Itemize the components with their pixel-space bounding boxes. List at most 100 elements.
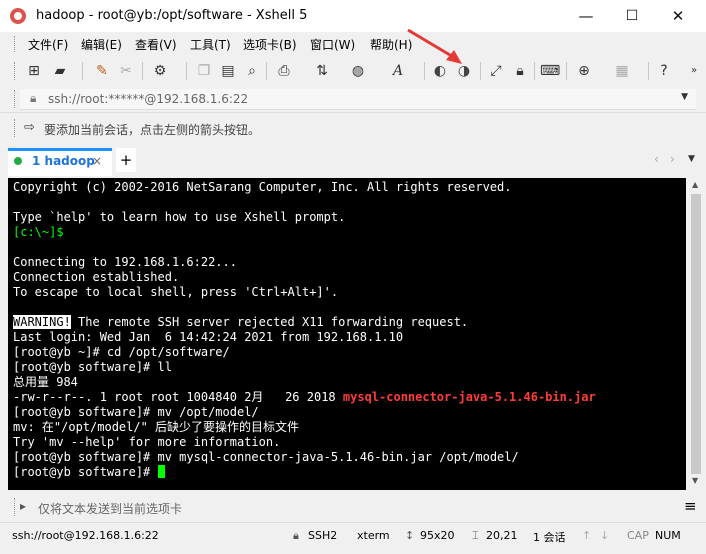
xshell-window: hadoop - root@yb:/opt/software - Xshell … bbox=[0, 0, 706, 554]
terminal-line: [root@yb software]# mv mysql-connector-j… bbox=[13, 450, 519, 464]
address-grip[interactable] bbox=[14, 90, 18, 108]
status-caps: CAP bbox=[627, 529, 649, 542]
new-tab-icon[interactable]: ⊕ bbox=[574, 61, 594, 81]
compose-input[interactable]: 仅将文本发送到当前选项卡 bbox=[36, 497, 666, 517]
scroll-down-icon[interactable]: ▼ bbox=[692, 476, 698, 485]
lock-icon[interactable]: 🔒︎ bbox=[510, 61, 530, 81]
info-text: 要添加当前会话，点击左侧的箭头按钮。 bbox=[44, 123, 261, 137]
toolbar-grip[interactable] bbox=[14, 62, 18, 80]
tab-close-icon[interactable]: × bbox=[92, 154, 102, 168]
tab-scroll-left-icon[interactable]: ‹ bbox=[654, 152, 659, 166]
add-session-arrow-icon[interactable]: ⇨ bbox=[24, 120, 35, 135]
terminal-line: Connection established. bbox=[13, 270, 180, 284]
terminal[interactable]: Copyright (c) 2002-2016 NetSarang Comput… bbox=[8, 178, 686, 490]
add-tab-button[interactable]: + bbox=[116, 148, 136, 172]
globe-icon[interactable]: ◍ bbox=[348, 61, 368, 81]
status-lock-icon: 🔒︎ bbox=[293, 529, 299, 542]
properties-icon[interactable]: ⚙ bbox=[150, 61, 170, 81]
menu-tabs[interactable]: 选项卡(B) bbox=[243, 36, 297, 53]
terminal-line: [root@yb software]# bbox=[13, 465, 165, 480]
menu-edit[interactable]: 编辑(E) bbox=[81, 36, 122, 53]
keyboard-icon[interactable]: ⌨ bbox=[540, 61, 560, 81]
terminal-line: Connecting to 192.168.1.6:22... bbox=[13, 255, 237, 269]
local-prompt: [c:\~]$ bbox=[13, 225, 64, 239]
minimize-button[interactable]: — bbox=[566, 4, 606, 28]
terminal-line: Type `help' to learn how to use Xshell p… bbox=[13, 210, 346, 224]
terminal-scrollbar[interactable]: ▲ ▼ bbox=[688, 178, 704, 490]
compose-bar: ▸ 仅将文本发送到当前选项卡 ≡ bbox=[0, 494, 706, 520]
annotation-arrow bbox=[407, 28, 462, 64]
toolbar-separator bbox=[186, 62, 187, 80]
terminal-line: [root@yb software]# ll bbox=[13, 360, 172, 374]
menu-window[interactable]: 窗口(W) bbox=[310, 36, 355, 53]
window-title: hadoop - root@yb:/opt/software - Xshell … bbox=[36, 8, 308, 23]
menu-bar: 文件(F) 编辑(E) 查看(V) 工具(T) 选项卡(B) 窗口(W) 帮助(… bbox=[0, 32, 706, 56]
new-session-icon[interactable]: ⊞ bbox=[24, 61, 44, 81]
tab-bar: 1 hadoop × + ‹ › ▼ bbox=[0, 146, 706, 176]
terminal-line: 总用量 984 bbox=[13, 375, 78, 389]
status-connection: ssh://root@192.168.1.6:22 bbox=[12, 529, 159, 542]
menu-view[interactable]: 查看(V) bbox=[135, 36, 177, 53]
print-icon[interactable]: ⎙ bbox=[274, 61, 294, 81]
address-field[interactable]: 🔒︎ ssh://root:******@192.168.1.6:22 ▼ bbox=[20, 89, 696, 110]
toolbar-separator bbox=[266, 62, 267, 80]
tab-list-icon[interactable]: ▼ bbox=[688, 154, 695, 164]
toolbar-separator bbox=[142, 62, 143, 80]
terminal-line: Last login: Wed Jan 6 14:42:24 2021 from… bbox=[13, 330, 404, 344]
warning-label: WARNING! bbox=[13, 315, 71, 329]
toolbar-separator bbox=[534, 62, 535, 80]
toolbar-separator bbox=[566, 62, 567, 80]
menu-file[interactable]: 文件(F) bbox=[28, 36, 68, 53]
title-bar: hadoop - root@yb:/opt/software - Xshell … bbox=[0, 0, 706, 32]
tab-label: 1 hadoop bbox=[32, 154, 95, 168]
status-down-icon[interactable]: ↓ bbox=[600, 529, 609, 542]
status-position: 20,21 bbox=[486, 529, 518, 542]
send-menu-icon[interactable]: ▸ bbox=[20, 499, 26, 513]
scroll-thumb[interactable] bbox=[691, 194, 701, 474]
infobar-grip[interactable] bbox=[14, 119, 18, 137]
fullscreen-icon[interactable]: ⤢ bbox=[486, 61, 506, 81]
help-icon[interactable]: ? bbox=[654, 61, 674, 81]
toolbar-separator bbox=[648, 62, 649, 80]
terminal-line: WARNING! The remote SSH server rejected … bbox=[13, 315, 469, 329]
terminal-line: -rw-r--r--. 1 root root 1004840 2月 26 20… bbox=[13, 390, 596, 404]
status-terminal-type: xterm bbox=[357, 529, 390, 542]
status-up-icon[interactable]: ↑ bbox=[582, 529, 591, 542]
tab-scroll-right-icon[interactable]: › bbox=[670, 152, 675, 166]
toolbar-overflow-icon[interactable]: » bbox=[684, 61, 704, 81]
status-sessions: 1 会话 bbox=[533, 531, 566, 544]
tab-hadoop[interactable]: 1 hadoop × bbox=[8, 148, 112, 176]
status-bar: ssh://root@192.168.1.6:22 🔒︎ SSH2 xterm … bbox=[0, 522, 706, 554]
toolbar: ⊞ ▰ ✎ ✂ ⚙ ❐ ▤ ⌕ ⎙ ⇅ ◍ A ◐ ◑ ⤢ 🔒︎ ⌨ ⊕ ▦ ?… bbox=[0, 28, 706, 86]
address-dropdown-icon[interactable]: ▼ bbox=[681, 92, 688, 102]
connect-icon[interactable]: ✎ bbox=[92, 61, 112, 81]
menu-grip[interactable] bbox=[14, 36, 18, 52]
maximize-button[interactable]: ☐ bbox=[612, 4, 652, 28]
scroll-up-icon[interactable]: ▲ bbox=[692, 180, 698, 189]
terminal-cursor bbox=[157, 465, 165, 478]
paste-icon[interactable]: ▤ bbox=[218, 61, 238, 81]
copy-icon[interactable]: ❐ bbox=[194, 61, 214, 81]
transfer-icon[interactable]: ⇅ bbox=[312, 61, 332, 81]
menu-tools[interactable]: 工具(T) bbox=[190, 36, 231, 53]
jar-filename: mysql-connector-java-5.1.46-bin.jar bbox=[342, 390, 596, 404]
open-folder-icon[interactable]: ▰ bbox=[50, 61, 70, 81]
toolbar-separator bbox=[480, 62, 481, 80]
address-bar: 🔒︎ ssh://root:******@192.168.1.6:22 ▼ bbox=[0, 86, 706, 112]
disconnect-icon[interactable]: ✂ bbox=[116, 61, 136, 81]
close-button[interactable]: ✕ bbox=[658, 4, 698, 28]
session-info-bar: ⇨ 要添加当前会话，点击左侧的箭头按钮。 bbox=[0, 112, 706, 145]
xshell-logo-icon bbox=[10, 8, 26, 24]
compose-grip[interactable] bbox=[14, 498, 18, 516]
terminal-line: Copyright (c) 2002-2016 NetSarang Comput… bbox=[13, 180, 512, 194]
find-icon[interactable]: ⌕ bbox=[242, 61, 262, 81]
terminal-line: mv: 在"/opt/model/" 后缺少了要操作的目标文件 bbox=[13, 420, 300, 434]
status-size-icon: ↕ bbox=[405, 529, 415, 542]
terminal-line: Try 'mv --help' for more information. bbox=[13, 435, 281, 449]
terminal-line: To escape to local shell, press 'Ctrl+Al… bbox=[13, 285, 339, 299]
layout-icon[interactable]: ▦ bbox=[612, 61, 632, 81]
compose-options-icon[interactable]: ≡ bbox=[684, 497, 697, 515]
status-cursor-icon: ⌶ bbox=[472, 529, 479, 542]
address-value: ssh://root:******@192.168.1.6:22 bbox=[48, 92, 249, 106]
connected-dot-icon bbox=[14, 157, 22, 165]
